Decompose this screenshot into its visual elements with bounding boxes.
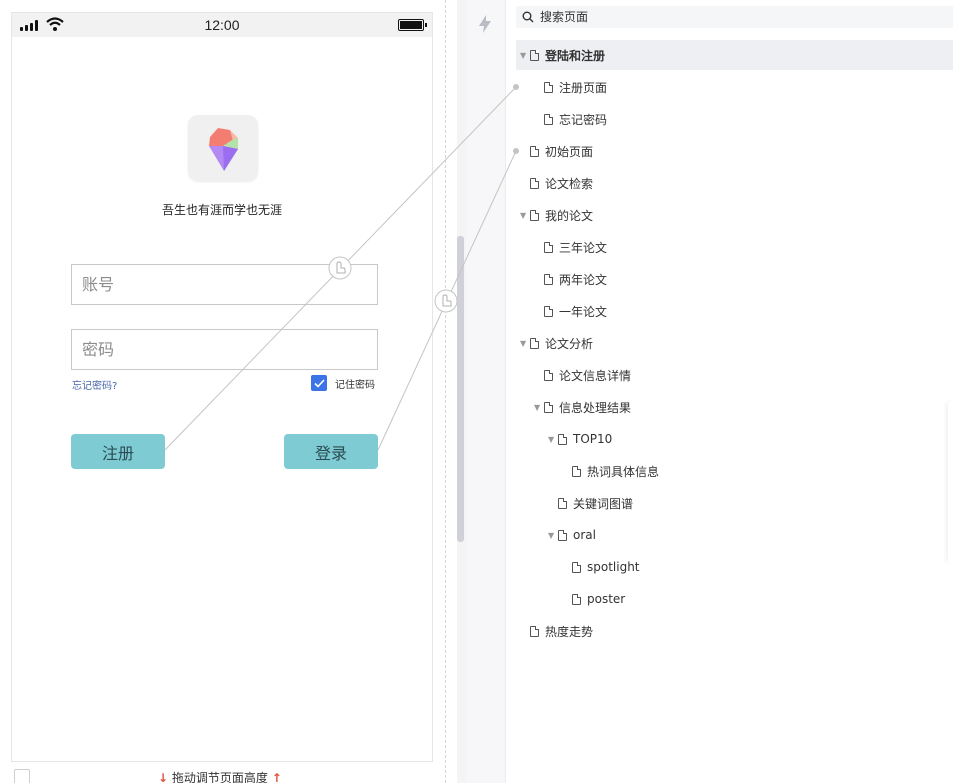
page-tree-item[interactable]: 忘记密码 (530, 104, 953, 134)
tool-strip (466, 0, 506, 783)
page-icon (530, 625, 539, 637)
prototype-editor: 12:00 吾生也有涯而学也无涯 忘记密码? (0, 0, 953, 783)
page-tree-item[interactable]: 论文检索 (516, 168, 953, 198)
page-tree-item[interactable]: 初始页面 (516, 136, 953, 166)
page-icon (544, 81, 553, 93)
page-icon (544, 273, 553, 285)
caret-down-icon[interactable]: ▼ (520, 339, 530, 348)
page-tree-item-label: 论文检索 (545, 176, 594, 191)
page-tree-item-label: 初始页面 (545, 144, 594, 159)
page-tree-item[interactable]: 热词具体信息 (558, 456, 953, 486)
page-tree-item-label: spotlight (587, 560, 640, 574)
page-icon (544, 369, 553, 381)
page-icon (544, 113, 553, 125)
page-tree-item[interactable]: 三年论文 (530, 232, 953, 262)
page-tree-item-label: 热词具体信息 (587, 464, 660, 479)
caret-down-icon[interactable]: ▼ (520, 51, 530, 60)
battery-icon (398, 19, 427, 31)
page-tree-item[interactable]: 关键词图谱 (544, 488, 953, 518)
canvas-scroll-thumb[interactable] (457, 236, 464, 542)
forgot-password-link[interactable]: 忘记密码? (72, 377, 117, 392)
page-search-input[interactable] (540, 10, 920, 24)
page-tree-item-label: 信息处理结果 (559, 400, 632, 415)
panel-edge (948, 402, 953, 562)
page-tree-item-label: 我的论文 (545, 208, 594, 223)
page-tree-item-label: oral (573, 528, 596, 542)
app-logo (188, 115, 258, 181)
resize-hint-label: 拖动调节页面高度 (171, 771, 268, 783)
page-tree-item-label: 论文分析 (545, 336, 594, 351)
page-tree-item-label: 忘记密码 (559, 112, 608, 127)
resize-page-hint[interactable]: ↓ 拖动调节页面高度 ↑ (158, 769, 282, 783)
page-tree-item[interactable]: ▼ oral (544, 520, 953, 550)
remember-checkbox[interactable] (311, 375, 327, 391)
page-icon (558, 433, 567, 445)
page-tree-item[interactable]: poster (558, 584, 953, 614)
page-icon (530, 177, 539, 189)
page-icon (558, 497, 567, 509)
page-search[interactable] (516, 6, 953, 28)
caret-down-icon[interactable]: ▼ (548, 435, 558, 444)
page-icon (572, 561, 581, 573)
app-logo-icon (209, 128, 238, 171)
page-icon (530, 209, 539, 221)
page-tree-item[interactable]: 论文信息详情 (530, 360, 953, 390)
canvas-checkbox[interactable] (14, 769, 30, 783)
page-tree-item-label: 注册页面 (559, 80, 608, 95)
page-tree-item[interactable]: ▼ TOP10 (544, 424, 953, 454)
page-icon (558, 529, 567, 541)
caret-down-icon[interactable]: ▼ (534, 403, 544, 412)
page-tree-item[interactable]: 注册页面 (530, 72, 953, 102)
page-icon (544, 241, 553, 253)
page-icon (544, 305, 553, 317)
page-tree-item-label: 登陆和注册 (545, 48, 606, 63)
page-tree-item[interactable]: ▼ 信息处理结果 (530, 392, 953, 422)
password-input[interactable] (82, 340, 367, 359)
page-icon (530, 337, 539, 349)
page-tree-item-label: 一年论文 (559, 304, 608, 319)
login-button[interactable]: 登录 (284, 434, 378, 469)
page-tree-item[interactable]: ▼ 论文分析 (516, 328, 953, 358)
remember-label: 记住密码 (335, 379, 375, 391)
account-input[interactable] (82, 275, 367, 294)
phone-frame: 12:00 吾生也有涯而学也无涯 忘记密码? (11, 12, 433, 762)
page-icon (530, 145, 539, 157)
password-field[interactable] (71, 329, 378, 370)
arrow-down-icon: ↓ (158, 771, 169, 783)
search-icon (522, 11, 534, 23)
page-tree-item-label: TOP10 (573, 432, 613, 446)
page-tree-item[interactable]: 一年论文 (530, 296, 953, 326)
page-tree-item-label: 热度走势 (545, 624, 594, 639)
arrow-up-icon: ↑ (271, 771, 282, 783)
check-icon (313, 378, 325, 388)
page-tree-item[interactable]: spotlight (558, 552, 953, 582)
caret-down-icon[interactable]: ▼ (548, 531, 558, 540)
register-button[interactable]: 注册 (71, 434, 165, 469)
caret-down-icon[interactable]: ▼ (520, 211, 530, 220)
design-canvas: 12:00 吾生也有涯而学也无涯 忘记密码? (0, 0, 466, 783)
canvas-boundary (445, 0, 446, 783)
page-tree-item-label: 三年论文 (559, 240, 608, 255)
page-tree-item-label: 论文信息详情 (559, 368, 632, 383)
status-time: 12:00 (204, 17, 240, 33)
status-bar: 12:00 (12, 13, 432, 37)
page-icon (572, 593, 581, 605)
page-tree-item[interactable]: ▼ 登陆和注册 (516, 40, 953, 70)
remember-password[interactable]: 记住密码 (311, 375, 375, 391)
page-tree-item-label: 两年论文 (559, 272, 608, 287)
page-tree-item[interactable]: 两年论文 (530, 264, 953, 294)
page-tree-item[interactable]: 热度走势 (516, 616, 953, 646)
page-icon (572, 465, 581, 477)
page-icon (530, 49, 539, 61)
account-field[interactable] (71, 264, 378, 305)
page-tree-item-label: 关键词图谱 (573, 496, 634, 511)
lightning-icon[interactable] (477, 14, 493, 34)
page-tree-item[interactable]: ▼ 我的论文 (516, 200, 953, 230)
app-slogan: 吾生也有涯而学也无涯 (161, 203, 282, 217)
page-tree-item-label: poster (587, 592, 626, 606)
page-icon (544, 401, 553, 413)
